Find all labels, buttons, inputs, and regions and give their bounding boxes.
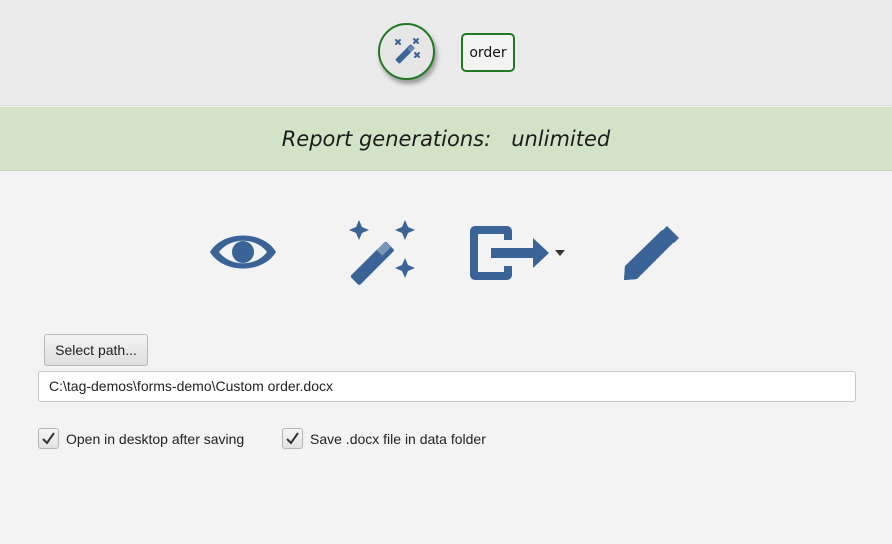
- checkmark-icon: [42, 432, 55, 445]
- template-tag[interactable]: order: [461, 33, 515, 72]
- export-icon: [470, 226, 565, 280]
- report-generations-label: Report generations:: [281, 126, 492, 151]
- save-in-data-folder-label: Save .docx file in data folder: [310, 430, 486, 447]
- output-path-field[interactable]: C:\tag-demos\forms-demo\Custom order.doc…: [38, 371, 856, 402]
- open-after-saving-option[interactable]: Open in desktop after saving: [38, 427, 244, 450]
- generate-wand-button[interactable]: [378, 23, 435, 80]
- pencil-icon: [624, 226, 679, 280]
- chevron-down-icon: [555, 250, 565, 256]
- preview-button[interactable]: [205, 222, 281, 282]
- magic-wand-icon: [394, 37, 420, 63]
- checkmark-icon: [286, 432, 299, 445]
- eye-icon: [210, 235, 276, 269]
- open-after-saving-checkbox[interactable]: [38, 428, 59, 449]
- save-in-data-folder-checkbox[interactable]: [282, 428, 303, 449]
- select-path-button[interactable]: Select path...: [44, 334, 148, 366]
- export-button[interactable]: [467, 222, 567, 284]
- top-toolbar: order: [0, 0, 892, 106]
- open-after-saving-label: Open in desktop after saving: [66, 430, 245, 447]
- template-tag-label: order: [469, 44, 507, 61]
- generate-button[interactable]: [340, 218, 418, 290]
- report-generations-banner: Report generations: unlimited: [0, 107, 892, 171]
- report-generations-value: unlimited: [511, 126, 611, 151]
- magic-wand-icon: [349, 220, 415, 285]
- save-in-data-folder-option[interactable]: Save .docx file in data folder: [282, 427, 486, 450]
- edit-button[interactable]: [618, 222, 682, 284]
